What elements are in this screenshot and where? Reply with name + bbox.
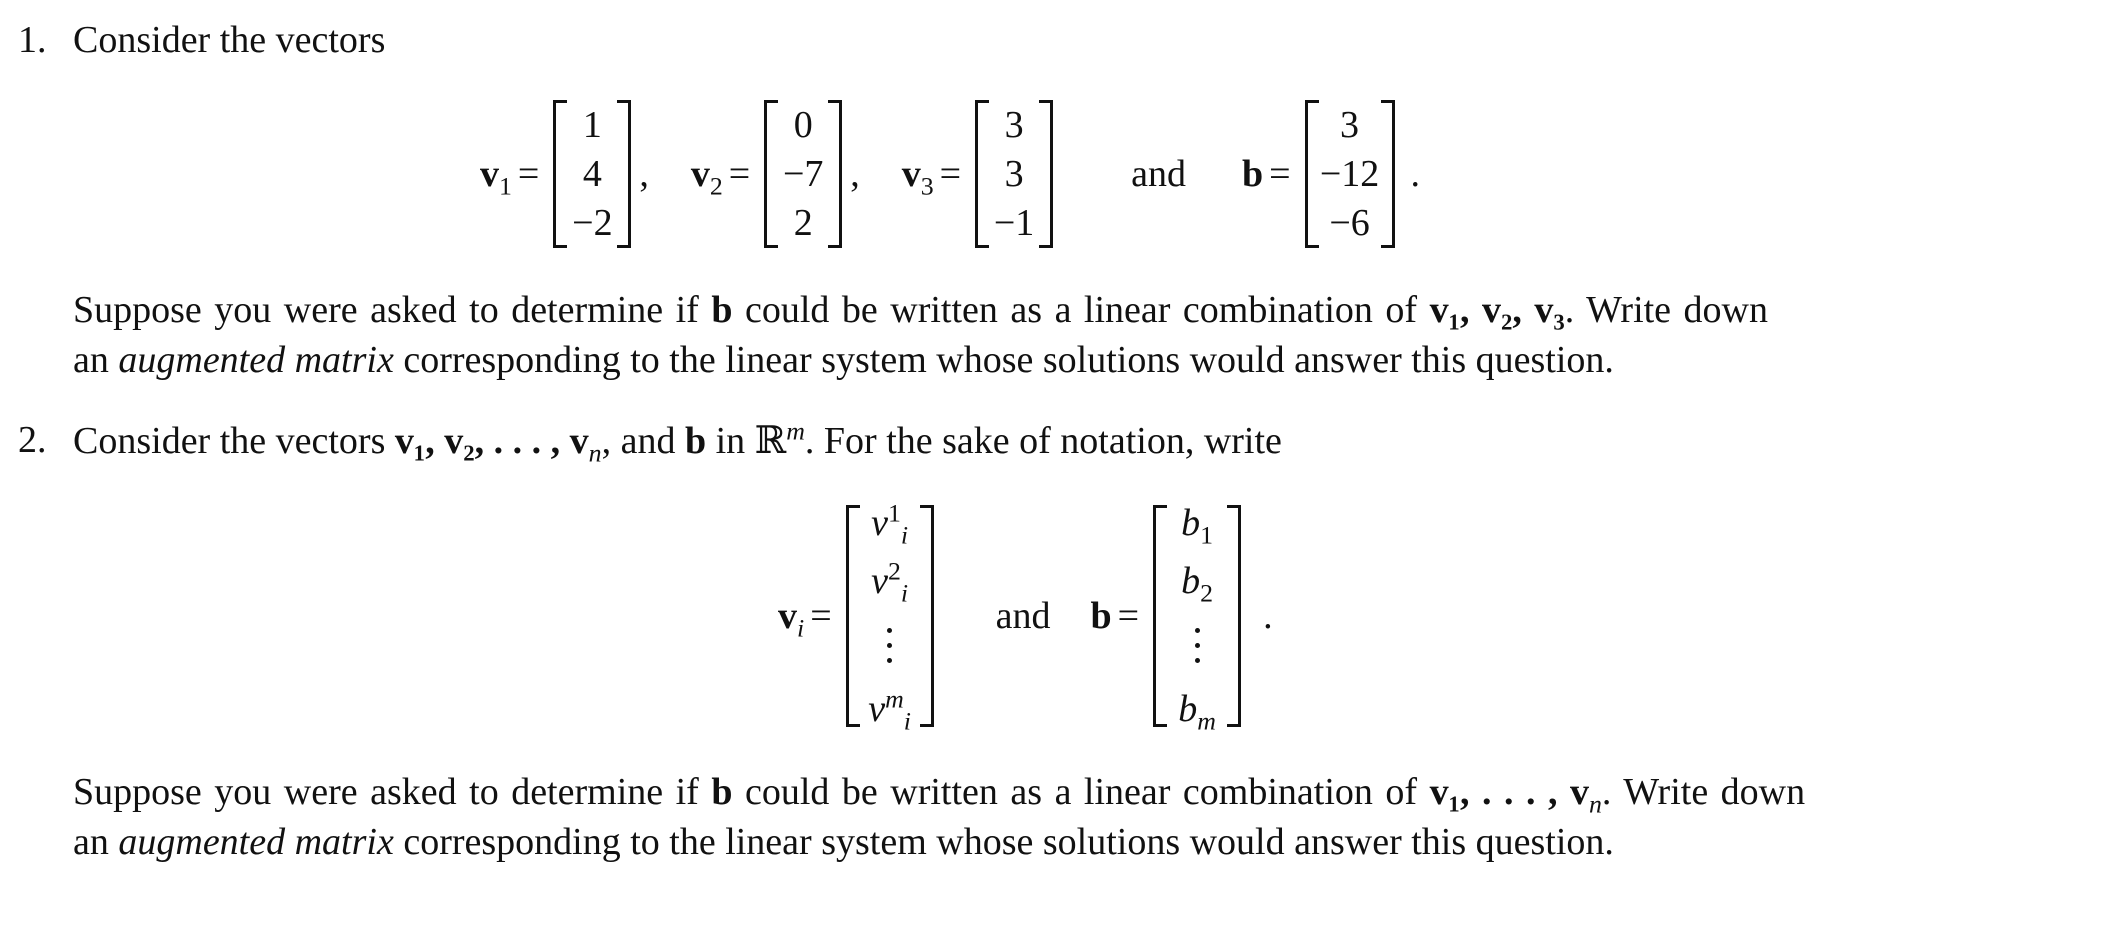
vector-b-label: b	[1090, 595, 1112, 637]
problem-2-number: 2.	[18, 419, 47, 461]
problem-1-paragraph-line-2: an augmented matrix corresponding to the…	[73, 339, 1614, 381]
vector-vi-matrix: v1i v2i vmi	[845, 498, 934, 736]
matrix-entry: 3	[1004, 103, 1024, 146]
and-word: and	[1131, 153, 1186, 195]
vector-b-matrix: b1 b2 bm	[1153, 502, 1242, 736]
matrix-entry: v2i	[871, 556, 909, 608]
vector-v2-label: v2	[690, 153, 723, 201]
matrix-entry: 4	[582, 152, 602, 195]
equals-sign: =	[728, 153, 751, 195]
equals-sign: =	[1117, 595, 1140, 637]
problem-1-vectors: v1 = 1 4 −2 , v2 = 0 −7 2 , v3 = 3 3 −1 …	[480, 100, 1420, 248]
equals-sign: =	[1269, 153, 1291, 195]
matrix-entry: −7	[783, 152, 824, 195]
problem-2-intro: Consider the vectors v₁, v₂, . . . , vn,…	[73, 416, 1282, 468]
vector-v1-label: v1	[480, 153, 512, 201]
vector-b-label: b	[1241, 153, 1264, 195]
matrix-entry: vmi	[868, 684, 911, 736]
matrix-entry: 1	[582, 103, 602, 146]
equals-sign: =	[810, 595, 832, 637]
problem-2-paragraph-line-1: Suppose you were asked to determine if b…	[73, 771, 1806, 819]
problem-1-paragraph-line-1: Suppose you were asked to determine if b…	[73, 289, 1768, 331]
vector-v3-matrix: 3 3 −1	[975, 100, 1054, 248]
matrix-entry: −12	[1319, 152, 1380, 195]
matrix-entry: b2	[1181, 560, 1214, 608]
problem-1-intro: Consider the vectors	[73, 19, 386, 61]
equals-sign: =	[939, 153, 962, 195]
comma: ,	[639, 153, 649, 195]
vertical-ellipsis	[1194, 627, 1200, 663]
vector-b-matrix: 3 −12 −6	[1304, 100, 1395, 248]
matrix-entry: 3	[1004, 152, 1024, 195]
vector-vi-label: vi	[778, 595, 805, 643]
matrix-entry: −2	[572, 202, 613, 245]
problem-2-paragraph-line-2: an augmented matrix corresponding to the…	[73, 821, 1614, 863]
vector-v3-label: v3	[901, 153, 934, 201]
and-word: and	[995, 595, 1051, 637]
vertical-ellipsis	[887, 627, 893, 663]
vector-v1-matrix: 1 4 −2	[553, 100, 632, 248]
matrix-entry: 0	[793, 103, 813, 146]
matrix-entry: 2	[793, 202, 813, 245]
period: .	[1263, 595, 1273, 637]
problem-1-number: 1.	[18, 19, 47, 61]
matrix-entry: bm	[1178, 687, 1216, 736]
matrix-entry: v1i	[871, 498, 909, 550]
comma: ,	[850, 153, 860, 195]
period: .	[1410, 153, 1421, 195]
problem-2-vectors: vi = v1i v2i vmi and b = b1 b2 bm .	[778, 498, 1273, 736]
equals-sign: =	[517, 153, 540, 195]
vector-v2-matrix: 0 −7 2	[764, 100, 843, 248]
matrix-entry: −1	[993, 202, 1035, 245]
matrix-entry: −6	[1329, 202, 1370, 245]
matrix-entry: b1	[1181, 502, 1214, 550]
matrix-entry: 3	[1340, 103, 1360, 146]
